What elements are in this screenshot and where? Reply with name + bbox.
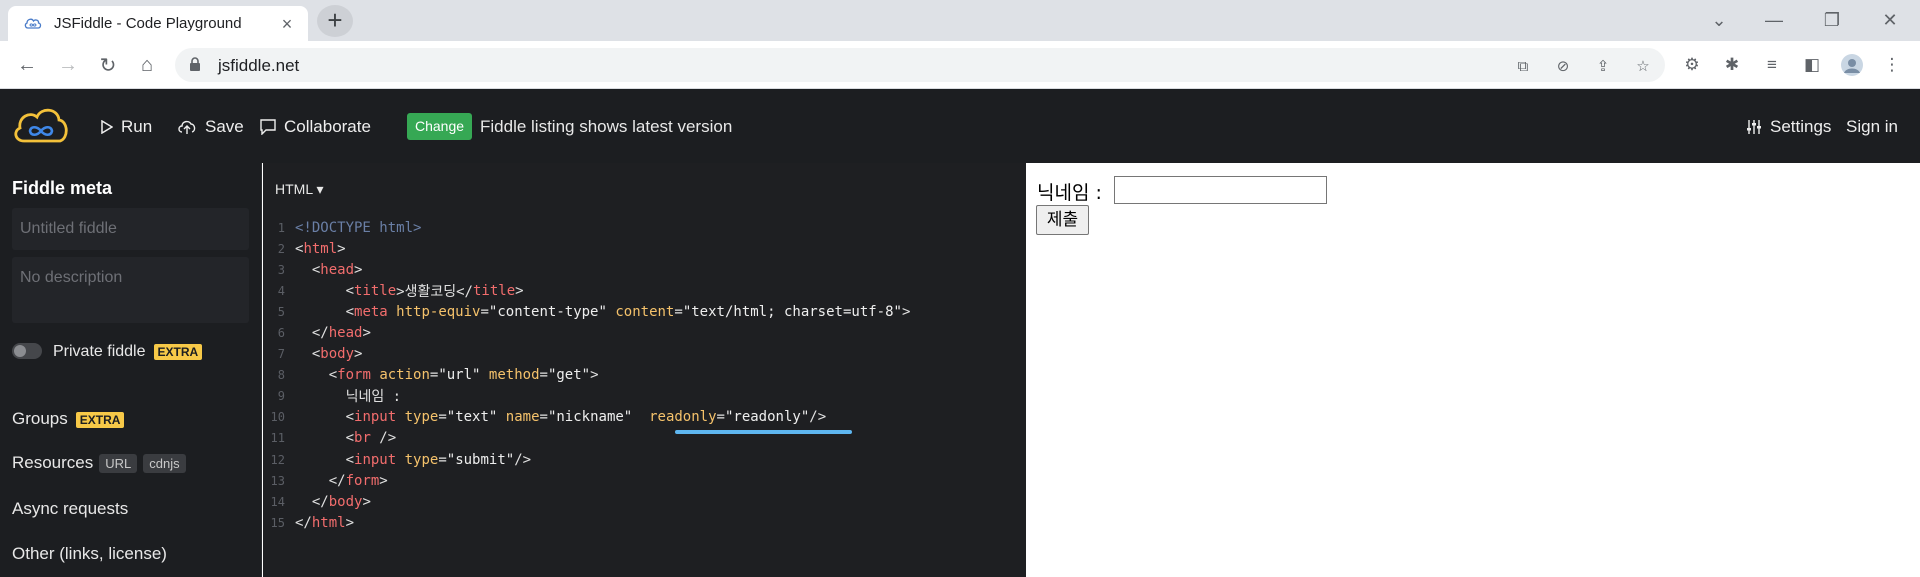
collaborate-button[interactable]: Collaborate bbox=[260, 117, 371, 137]
fiddle-sidebar: Fiddle meta Untitled fiddle No descripti… bbox=[0, 163, 262, 577]
forward-icon[interactable]: → bbox=[52, 49, 84, 81]
share-icon[interactable]: ⇪ bbox=[1592, 56, 1614, 76]
code-line: 9 닉네임 : bbox=[277, 389, 402, 406]
code-line: 13 </form > bbox=[270, 472, 388, 489]
code-line: 14 </body > bbox=[270, 493, 371, 510]
private-fiddle-row: Private fiddle EXTRA bbox=[53, 343, 203, 361]
translate-icon[interactable]: ⧉ bbox=[1512, 56, 1534, 76]
extra-badge: EXTRA bbox=[75, 411, 125, 428]
code-line: 12 < input type = "submit"/> bbox=[270, 451, 532, 468]
code-line: 15 </html > bbox=[270, 514, 355, 531]
code-line: 8 < form action = "url" method = "get" > bbox=[277, 367, 599, 384]
sliders-icon bbox=[1746, 119, 1762, 135]
dropdown-caret-icon: ▾ bbox=[316, 181, 324, 197]
language-selector[interactable]: HTML ▾ bbox=[275, 181, 324, 198]
jsfiddle-favicon-icon bbox=[24, 15, 42, 33]
groups-section[interactable]: Groups EXTRA bbox=[12, 409, 125, 429]
code-line: 2 < html > bbox=[277, 240, 346, 257]
jsfiddle-logo-icon[interactable] bbox=[12, 101, 70, 147]
change-badge[interactable]: Change bbox=[407, 113, 473, 140]
tab-title: JSFiddle - Code Playground bbox=[54, 15, 242, 32]
settings-label: Settings bbox=[1770, 117, 1832, 136]
code-line: 4 < title >생활코딩</title > bbox=[277, 282, 524, 300]
resources-label: Resources bbox=[12, 453, 94, 472]
code-line: 3 < head > bbox=[277, 261, 363, 278]
code-line: 1 <!DOCTYPE html> bbox=[277, 219, 422, 236]
groups-label: Groups bbox=[12, 409, 68, 428]
save-button[interactable]: Save bbox=[177, 117, 244, 137]
home-icon[interactable]: ⌂ bbox=[131, 49, 163, 81]
other-links-section[interactable]: Other (links, license) bbox=[12, 544, 167, 564]
back-icon[interactable]: ← bbox=[11, 49, 43, 81]
toggle-knob bbox=[14, 345, 26, 357]
save-label: Save bbox=[205, 117, 244, 136]
run-label: Run bbox=[121, 117, 153, 136]
submit-button[interactable]: 제출 bbox=[1036, 205, 1089, 235]
browser-toolbar: ← → ↻ ⌂ jsfiddle.net ⧉ ⊘ ⇪ ☆ ⚙ ✱ ≡ ◧ ⋮ bbox=[0, 41, 1920, 89]
nickname-label: 닉네임 : bbox=[1037, 182, 1102, 204]
new-tab-button[interactable]: + bbox=[317, 5, 353, 37]
result-panel: 닉네임 : 제출 bbox=[1026, 163, 1920, 577]
fiddle-meta-title: Fiddle meta bbox=[12, 178, 113, 198]
profile-avatar[interactable] bbox=[1840, 53, 1864, 77]
minimize-icon[interactable]: — bbox=[1750, 0, 1798, 41]
eye-off-icon[interactable]: ⊘ bbox=[1552, 56, 1574, 76]
cloud-upload-icon bbox=[177, 119, 197, 135]
language-label: HTML bbox=[275, 181, 313, 197]
code-line: 10 < input type = "text" name = "nickname" re… bbox=[270, 409, 827, 426]
extension-gear-icon[interactable]: ⚙ bbox=[1680, 53, 1704, 77]
close-tab-icon[interactable]: × bbox=[278, 15, 296, 33]
settings-button[interactable]: Settings bbox=[1746, 117, 1831, 137]
reload-icon[interactable]: ↻ bbox=[92, 49, 124, 81]
chat-bubble-icon bbox=[260, 119, 276, 135]
window-close-icon[interactable]: ✕ bbox=[1866, 0, 1914, 41]
browser-tab[interactable]: JSFiddle - Code Playground × bbox=[8, 6, 308, 41]
async-requests-section[interactable]: Async requests bbox=[12, 499, 128, 519]
url-text: jsfiddle.net bbox=[218, 56, 300, 75]
code-line: 11 < br /> bbox=[270, 430, 397, 447]
menu-kebab-icon[interactable]: ⋮ bbox=[1880, 53, 1904, 77]
nickname-input[interactable] bbox=[1114, 176, 1327, 204]
address-bar[interactable]: jsfiddle.net ⧉ ⊘ ⇪ ☆ bbox=[175, 48, 1665, 82]
code-line: 7 < body > bbox=[277, 346, 363, 363]
browser-tab-strip: JSFiddle - Code Playground × + ⌄ — ❐ ✕ bbox=[0, 0, 1920, 41]
collaborate-label: Collaborate bbox=[284, 117, 371, 136]
play-icon bbox=[101, 120, 113, 134]
code-line: 5 < meta http-equiv = "content-type" conten… bbox=[277, 303, 911, 320]
jsfiddle-header: Run Save Collaborate Change Fiddle listi… bbox=[0, 89, 1920, 163]
sign-in-label: Sign in bbox=[1846, 117, 1898, 136]
lock-icon bbox=[189, 57, 205, 73]
run-button[interactable]: Run bbox=[101, 117, 152, 137]
html-editor-panel: HTML ▾ 1 <!DOCTYPE html> 2 < html > 3 < head >… bbox=[263, 163, 1026, 577]
cdnjs-pill[interactable]: cdnjs bbox=[143, 454, 186, 474]
sign-in-link[interactable]: Sign in bbox=[1846, 117, 1898, 137]
code-line: 6 </head > bbox=[277, 325, 371, 342]
extensions-puzzle-icon[interactable]: ✱ bbox=[1720, 53, 1744, 77]
tab-search-chevron-icon[interactable]: ⌄ bbox=[1695, 0, 1743, 41]
fiddle-description-input[interactable]: No description bbox=[12, 257, 249, 323]
extra-badge: EXTRA bbox=[153, 343, 203, 360]
fiddle-title-input[interactable]: Untitled fiddle bbox=[12, 208, 249, 250]
side-panel-icon[interactable]: ◧ bbox=[1800, 53, 1824, 77]
private-fiddle-label: Private fiddle bbox=[53, 343, 146, 360]
fiddle-listing-notice: Fiddle listing shows latest version bbox=[480, 117, 733, 136]
url-pill[interactable]: URL bbox=[99, 454, 138, 474]
private-fiddle-toggle[interactable] bbox=[12, 343, 42, 359]
bookmark-star-icon[interactable]: ☆ bbox=[1632, 56, 1654, 76]
readonly-highlight-underline bbox=[675, 430, 852, 434]
resources-section[interactable]: Resources URL cdnjs bbox=[12, 453, 186, 474]
code-editor[interactable]: 1 <!DOCTYPE html> 2 < html > 3 < head > 4 < tit… bbox=[263, 217, 1026, 533]
media-queue-icon[interactable]: ≡ bbox=[1760, 53, 1784, 77]
restore-icon[interactable]: ❐ bbox=[1808, 0, 1856, 41]
